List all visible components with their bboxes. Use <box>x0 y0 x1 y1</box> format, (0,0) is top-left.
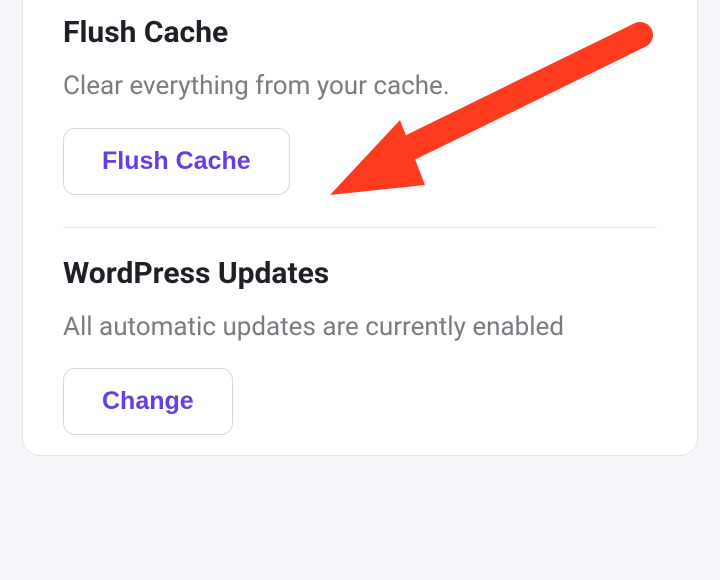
wordpress-updates-section: WordPress Updates All automatic updates … <box>63 228 657 456</box>
flush-cache-title: Flush Cache <box>63 15 657 50</box>
settings-card: Flush Cache Clear everything from your c… <box>22 0 698 456</box>
flush-cache-button[interactable]: Flush Cache <box>63 128 290 195</box>
wordpress-updates-description: All automatic updates are currently enab… <box>63 309 657 347</box>
change-button[interactable]: Change <box>63 368 233 435</box>
wordpress-updates-title: WordPress Updates <box>63 256 657 291</box>
flush-cache-section: Flush Cache Clear everything from your c… <box>63 0 657 227</box>
flush-cache-description: Clear everything from your cache. <box>63 68 657 106</box>
